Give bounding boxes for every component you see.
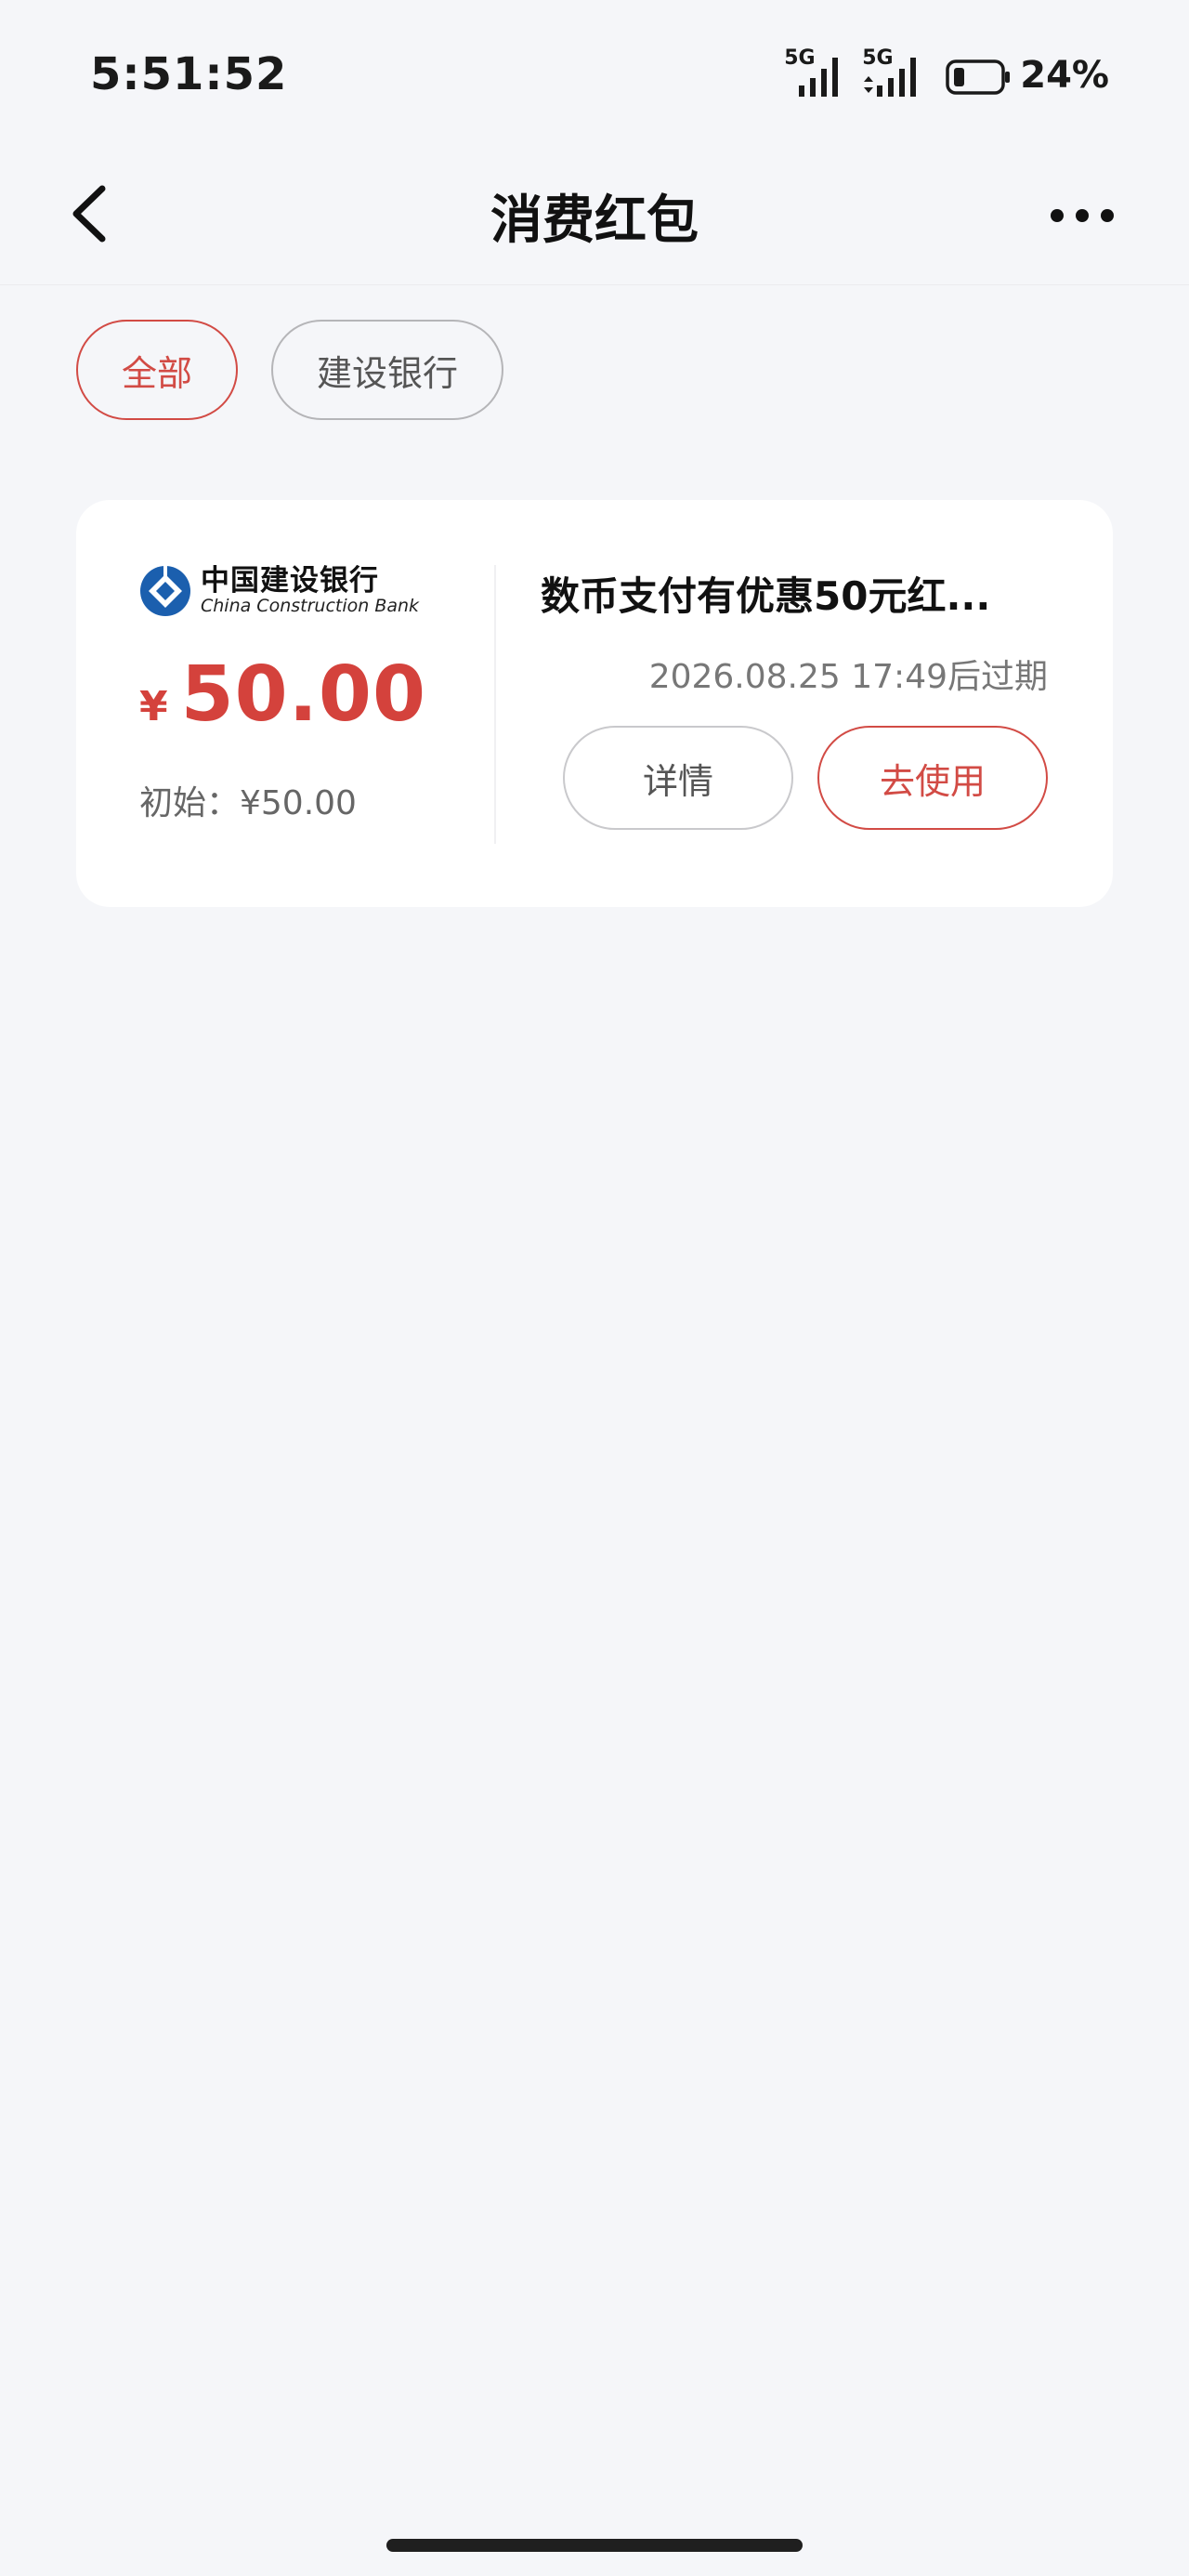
card-divider: [494, 565, 496, 844]
use-button[interactable]: 去使用: [817, 726, 1048, 830]
coupon-left: 中国建设银行 China Construction Bank ¥ 50.00 初…: [139, 565, 492, 824]
ccb-logo-icon: [140, 566, 190, 616]
filter-chip-ccb[interactable]: 建设银行: [271, 320, 503, 420]
more-dots-icon: [1051, 209, 1114, 222]
currency-symbol: ¥: [139, 683, 168, 730]
amount-value: 50.00: [180, 651, 426, 739]
filter-chip-all[interactable]: 全部: [76, 320, 238, 420]
expire-time: 2026.08.25 17:49后过期: [648, 658, 1048, 696]
home-indicator[interactable]: [386, 2539, 803, 2552]
battery-percent: 24%: [1020, 54, 1109, 97]
more-button[interactable]: [1050, 197, 1115, 234]
bank-name-cn: 中国建设银行: [201, 564, 379, 598]
bank-logo: 中国建设银行 China Construction Bank: [139, 565, 492, 617]
page-title: 消费红包: [490, 191, 699, 251]
nav-bar: 消费红包: [0, 139, 1189, 285]
bank-logo-text: 中国建设银行 China Construction Bank: [201, 567, 419, 615]
coupon-title: 数币支付有优惠50元红...: [541, 573, 991, 619]
coupon-amount: ¥ 50.00: [139, 651, 492, 739]
battery-icon: [946, 59, 1011, 95]
coupon-actions: 详情 去使用: [541, 726, 1048, 830]
signal-5g-icon: 5G: [784, 46, 851, 100]
filter-chips: 全部 建设银行: [76, 320, 503, 420]
coupon-right: 数币支付有优惠50元红... 2026.08.25 17:49后过期 详情 去使…: [541, 565, 1048, 830]
status-time: 5:51:52: [90, 48, 288, 100]
detail-button[interactable]: 详情: [563, 726, 793, 830]
initial-amount: 初始：¥50.00: [139, 784, 357, 822]
signal-5g-icon: 5G: [862, 46, 929, 100]
bank-name-en: China Construction Bank: [201, 596, 420, 616]
status-bar: 5:51:52 5G 5G 24%: [0, 0, 1189, 139]
status-icons: 5G 5G 24%: [784, 46, 1109, 100]
coupon-card[interactable]: 中国建设银行 China Construction Bank ¥ 50.00 初…: [76, 500, 1113, 907]
